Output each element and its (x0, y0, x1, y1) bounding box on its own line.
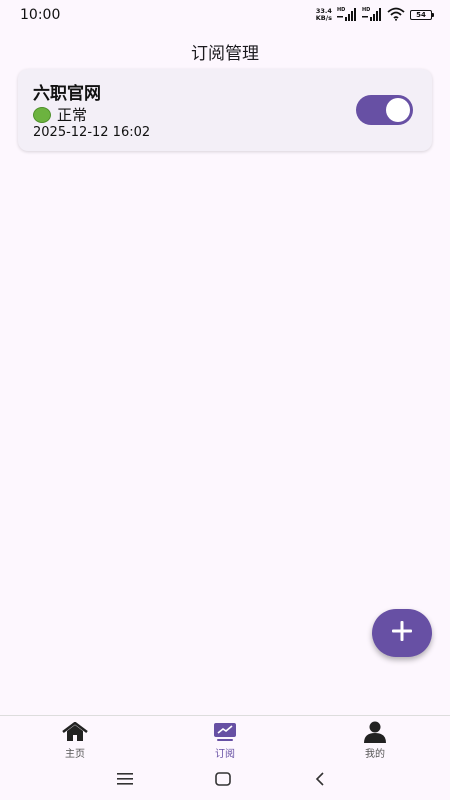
nav-item-home[interactable]: 主页 (0, 716, 150, 761)
subscription-name: 六职官网 (33, 84, 101, 104)
subscription-status-text: 正常 (57, 106, 88, 124)
back-icon[interactable] (305, 768, 335, 790)
subscription-icon (213, 721, 237, 743)
toggle-knob (386, 98, 410, 122)
subscription-status: 正常 (33, 104, 87, 125)
nav-label-home: 主页 (65, 749, 85, 760)
page-title: 订阅管理 (191, 44, 259, 64)
add-subscription-button[interactable] (372, 609, 432, 657)
system-navigation-bar (0, 760, 450, 800)
nav-label-profile: 我的 (365, 749, 385, 760)
network-speed: 33.4 KB/s (316, 8, 332, 22)
signal-icon-2: HD (362, 7, 382, 22)
battery-level: 54 (416, 11, 426, 19)
subscription-card[interactable]: 六职官网 正常 2025-12-12 16:02 (18, 69, 432, 151)
nav-item-subscription[interactable]: 订阅 (150, 716, 300, 761)
bottom-navigation: 主页 订阅 我的 (0, 715, 450, 761)
status-bar: 10:00 33.4 KB/s HD HD 54 (0, 0, 450, 30)
battery-icon: 54 (410, 10, 434, 20)
home-square-icon[interactable] (208, 768, 238, 790)
nav-label-subscription: 订阅 (215, 749, 235, 760)
plus-icon (391, 620, 413, 646)
status-icons: 33.4 KB/s HD HD 54 (316, 6, 434, 25)
wifi-icon (387, 6, 405, 25)
subscription-updated-time: 2025-12-12 16:02 (33, 125, 151, 140)
signal-icon: HD (337, 7, 357, 22)
menu-icon[interactable] (110, 768, 140, 790)
status-time: 10:00 (20, 7, 61, 23)
network-speed-unit: KB/s (315, 14, 332, 22)
nav-item-profile[interactable]: 我的 (300, 716, 450, 761)
person-icon (363, 721, 387, 743)
status-dot-icon (33, 106, 51, 123)
subscription-enable-toggle[interactable] (356, 95, 413, 125)
home-icon (61, 721, 89, 743)
